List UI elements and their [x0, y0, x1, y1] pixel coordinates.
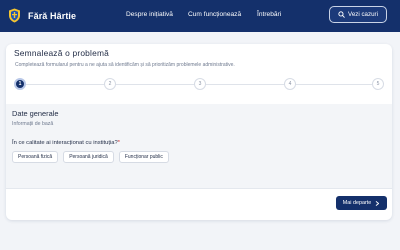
step-2[interactable]: 2 — [104, 78, 116, 90]
form-stepper: 1 2 3 4 5 — [6, 76, 392, 92]
search-icon — [338, 11, 345, 18]
step-4[interactable]: 4 — [284, 78, 296, 90]
section-title: Date generale — [12, 109, 59, 118]
nav-link-how-it-works[interactable]: Cum funcționează — [188, 11, 241, 18]
report-form-card: Semnalează o problemă Completează formul… — [6, 44, 392, 220]
coat-of-arms-icon — [9, 8, 20, 23]
view-cases-label: Vezi cazuri — [348, 11, 378, 18]
step-3[interactable]: 3 — [194, 78, 206, 90]
step-1[interactable]: 1 — [14, 78, 26, 90]
form-subtitle: Completează formularul pentru a ne ajuta… — [15, 62, 235, 68]
chevron-right-icon — [376, 200, 380, 206]
option-natural-person[interactable]: Persoană fizică — [12, 151, 59, 163]
step-5[interactable]: 5 — [372, 78, 384, 90]
role-question-label: În ce calitate ai interacționat cu insti… — [12, 140, 120, 146]
footer-divider — [6, 188, 392, 189]
brand-name: Fără Hârtie — [28, 10, 77, 21]
required-mark: * — [117, 140, 120, 146]
brand[interactable]: Fără Hârtie — [8, 8, 76, 23]
next-button-label: Mai departe — [342, 200, 372, 206]
nav-link-faq[interactable]: Întrebări — [257, 11, 281, 18]
option-civil-servant[interactable]: Funcționar public — [118, 151, 169, 163]
general-data-section: Date generale Informații de bază În ce c… — [6, 104, 392, 188]
role-options: Persoană fizică Persoană juridică Funcți… — [12, 151, 169, 163]
section-subtitle: Informații de bază — [12, 121, 54, 127]
option-legal-person[interactable]: Persoană juridică — [63, 151, 114, 163]
role-question-text: În ce calitate ai interacționat cu insti… — [12, 140, 118, 146]
form-title: Semnalează o problemă — [14, 48, 109, 58]
top-navbar: Fără Hârtie Despre inițiativă Cum funcți… — [0, 0, 400, 32]
view-cases-button[interactable]: Vezi cazuri — [329, 6, 387, 23]
nav-link-about[interactable]: Despre inițiativă — [126, 11, 173, 18]
next-button[interactable]: Mai departe — [336, 196, 387, 210]
